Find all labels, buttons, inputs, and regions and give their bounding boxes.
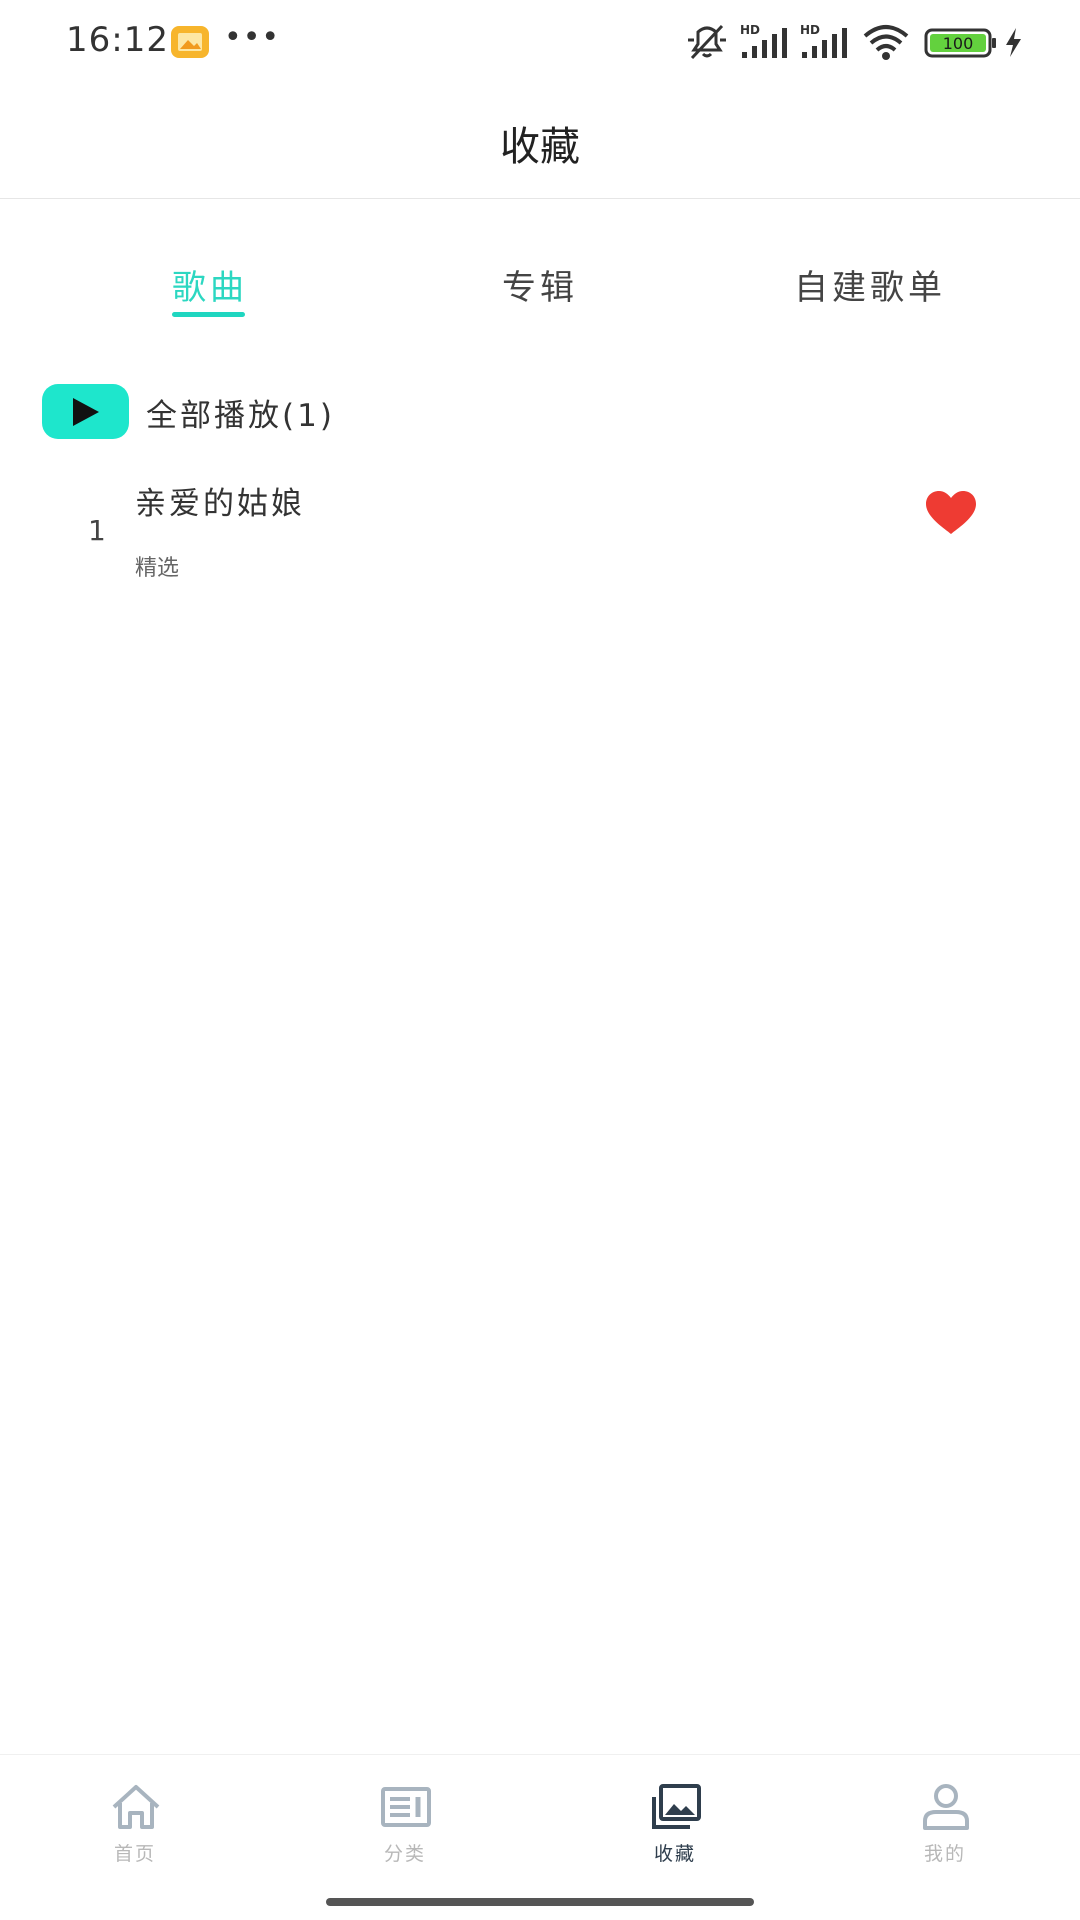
song-index: 1 [88,514,106,547]
home-icon [112,1785,160,1829]
signal-hd-icon: HD [740,23,787,58]
nav-collection[interactable]: 收藏 [540,1755,810,1875]
tab-songs[interactable]: 歌曲 [150,260,270,309]
play-all-button[interactable] [42,384,129,439]
song-album: 精选 [135,556,180,581]
active-tab-indicator [172,312,245,317]
home-indicator[interactable] [326,1898,754,1906]
tab-bar: 歌曲 专辑 自建歌单 [0,260,1080,330]
song-title: 亲爱的姑娘 [135,486,305,522]
tab-custom-playlists[interactable]: 自建歌单 [780,260,960,309]
collection-icon [652,1784,701,1829]
nav-home-label: 首页 [113,1843,156,1865]
svg-text:HD: HD [740,23,760,37]
gallery-notification-icon [171,26,209,58]
status-time: 16:12 [66,20,169,60]
category-icon [381,1787,431,1827]
charging-icon [1006,28,1021,57]
battery-level-text: 100 [943,34,974,53]
nav-category-label: 分类 [383,1843,426,1865]
bottom-navigation: 首页 分类 收藏 我的 [0,1754,1080,1920]
play-icon [73,398,99,426]
more-notifications-icon: ••• [224,20,281,55]
song-list-item[interactable]: 1 亲爱的姑娘 精选 [0,470,1080,590]
nav-home[interactable]: 首页 [0,1755,270,1875]
profile-icon [923,1784,969,1830]
tab-albums[interactable]: 专辑 [480,260,600,309]
nav-collection-label: 收藏 [653,1843,696,1865]
header: 收藏 [0,84,1080,199]
nav-profile[interactable]: 我的 [810,1755,1080,1875]
mute-icon [688,24,726,60]
battery-icon: 100 [924,28,996,58]
status-bar: 16:12 ••• HD HD 100 [0,0,1080,84]
nav-profile-label: 我的 [923,1843,966,1865]
svg-text:HD: HD [800,23,820,37]
favorite-heart-icon[interactable] [924,490,978,536]
play-all-label[interactable]: 全部播放(1) [146,390,335,435]
nav-category[interactable]: 分类 [270,1755,540,1875]
signal-hd-icon-2: HD [800,23,847,58]
page-title: 收藏 [500,124,580,170]
wifi-icon [863,25,909,60]
favorites-screen: 16:12 ••• HD HD 100 收藏 歌曲 专辑 自建歌单 全部播放(1… [0,0,1080,1920]
